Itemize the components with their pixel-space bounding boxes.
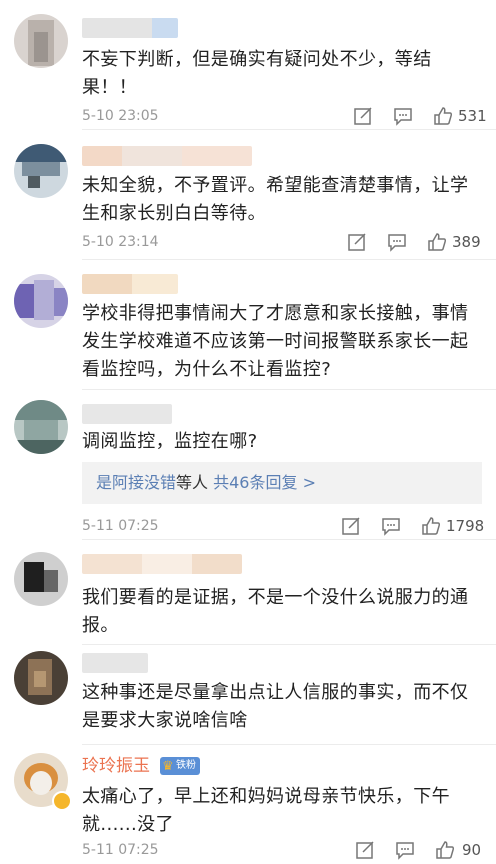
comment-item: 我们要看的是证据，不是一个没什么说服力的通报。 xyxy=(0,540,496,645)
like-icon[interactable] xyxy=(426,231,448,253)
comment-icon[interactable] xyxy=(394,839,416,861)
avatar[interactable] xyxy=(14,552,68,606)
comment-time: 5-11 07:25 xyxy=(82,518,159,534)
comment-icon[interactable] xyxy=(392,105,414,127)
like-count: 1798 xyxy=(446,517,485,535)
comment-text: 不妄下判断，但是确实有疑问处不少，等结果！！ xyxy=(82,49,432,98)
reply-username-link[interactable]: 是阿接没错 xyxy=(96,473,176,492)
username-blurred[interactable] xyxy=(82,274,178,294)
reply-suffix: 等人 xyxy=(176,473,209,492)
like-icon[interactable] xyxy=(434,839,456,861)
username-blurred[interactable] xyxy=(82,146,252,166)
comment-text: 学校非得把事情闹大了才愿意和家长接触，事情发生学校难道不应该第一时间报警联系家长… xyxy=(82,303,469,380)
comment-text: 这种事还是尽量拿出点让人信服的事实，而不仅是要求大家说啥信啥 xyxy=(82,682,469,731)
comment-meta: 5-11 07:25 1798 xyxy=(82,515,485,537)
comment-text: 未知全貌，不予置评。希望能查清楚事情，让学生和家长别白白等待。 xyxy=(82,175,469,224)
username-blurred[interactable] xyxy=(82,404,172,424)
comment-item: 这种事还是尽量拿出点让人信服的事实，而不仅是要求大家说啥信啥 xyxy=(0,645,496,745)
share-icon[interactable] xyxy=(340,515,362,537)
like-count: 531 xyxy=(458,107,487,125)
username[interactable]: 玲玲振玉 xyxy=(82,755,150,777)
verified-icon xyxy=(52,791,72,811)
reply-preview[interactable]: 是阿接没错等人 共46条回复 > xyxy=(82,462,482,504)
avatar[interactable] xyxy=(14,144,68,198)
like-icon[interactable] xyxy=(420,515,442,537)
reply-count-link[interactable]: 共46条回复 > xyxy=(213,473,316,492)
comment-time: 5-11 07:25 xyxy=(82,842,159,858)
comment-item: 玲玲振玉 ♛ 铁粉 太痛心了，早上还和妈妈说母亲节快乐，下午就......没了 … xyxy=(0,745,496,864)
like-icon[interactable] xyxy=(432,105,454,127)
share-icon[interactable] xyxy=(346,231,368,253)
comment-meta: 5-10 23:05 531 xyxy=(82,105,487,127)
crown-icon: ♛ xyxy=(162,759,174,774)
avatar[interactable] xyxy=(14,651,68,705)
fan-badge: ♛ 铁粉 xyxy=(160,757,200,775)
like-count: 389 xyxy=(452,233,481,251)
fan-badge-label: 铁粉 xyxy=(176,760,196,771)
comment-meta: 5-11 07:25 90 xyxy=(82,839,482,861)
comment-text: 我们要看的是证据，不是一个没什么说服力的通报。 xyxy=(82,587,469,636)
username-blurred[interactable] xyxy=(82,653,148,673)
comment-item: 不妄下判断，但是确实有疑问处不少，等结果！！ 5-10 23:05 531 xyxy=(0,0,496,130)
avatar[interactable] xyxy=(14,14,68,68)
comment-time: 5-10 23:14 xyxy=(82,234,159,250)
avatar[interactable] xyxy=(14,400,68,454)
username-blurred[interactable] xyxy=(82,18,178,38)
share-icon[interactable] xyxy=(354,839,376,861)
comment-item: 学校非得把事情闹大了才愿意和家长接触，事情发生学校难道不应该第一时间报警联系家长… xyxy=(0,260,496,390)
comment-icon[interactable] xyxy=(386,231,408,253)
comment-time: 5-10 23:05 xyxy=(82,108,159,124)
comment-item: 未知全貌，不予置评。希望能查清楚事情，让学生和家长别白白等待。 5-10 23:… xyxy=(0,130,496,260)
username-blurred[interactable] xyxy=(82,554,242,574)
comment-item: 调阅监控，监控在哪? 是阿接没错等人 共46条回复 > 5-11 07:25 1… xyxy=(0,390,496,540)
comment-text: 太痛心了，早上还和妈妈说母亲节快乐，下午就......没了 xyxy=(82,786,450,835)
comment-text: 调阅监控，监控在哪? xyxy=(82,431,258,452)
comment-icon[interactable] xyxy=(380,515,402,537)
comment-meta: 5-10 23:14 389 xyxy=(82,231,482,253)
avatar[interactable] xyxy=(14,274,68,328)
share-icon[interactable] xyxy=(352,105,374,127)
like-count: 90 xyxy=(462,841,482,859)
